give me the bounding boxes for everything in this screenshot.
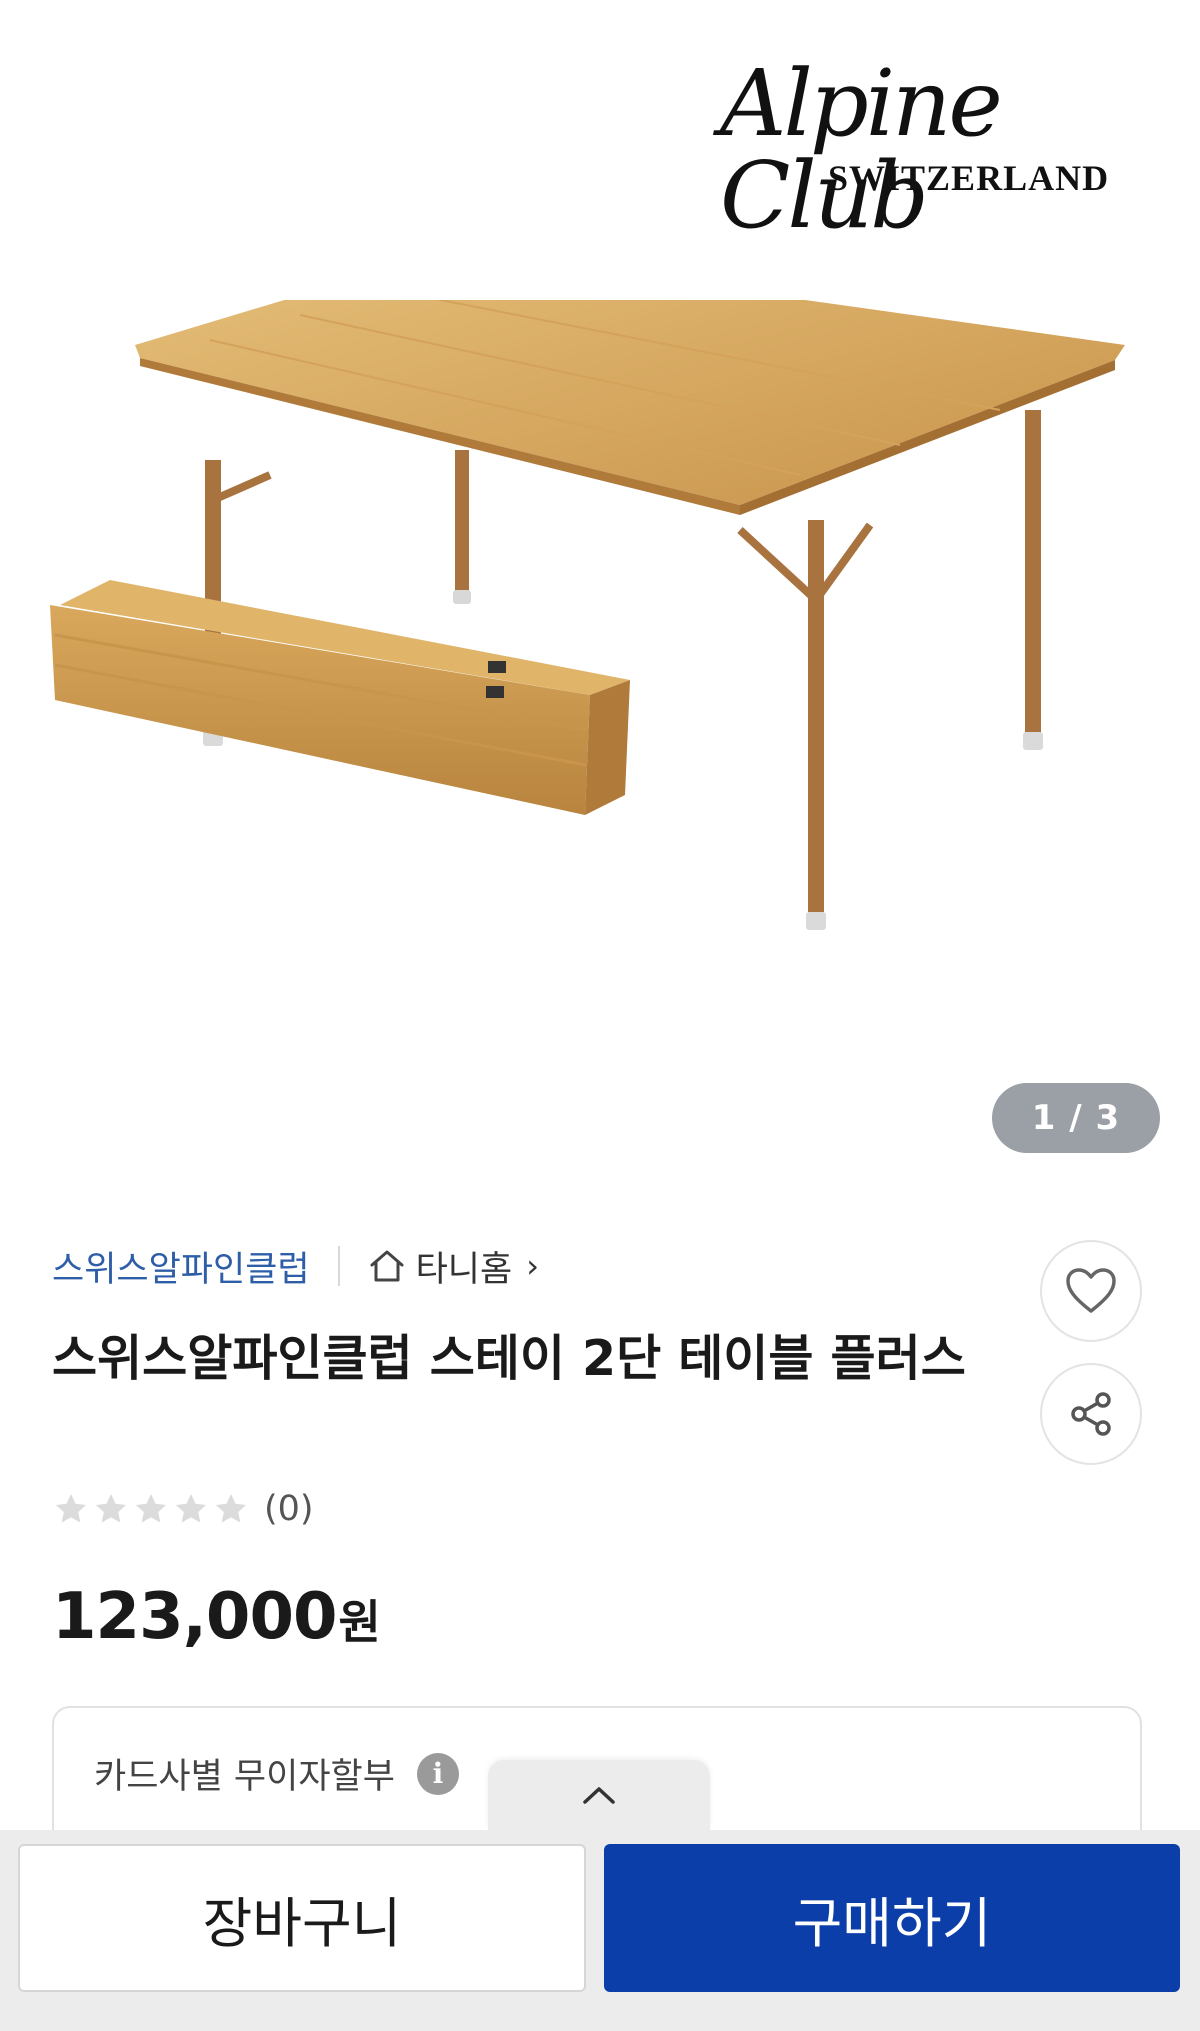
price-value: 123,000 [52, 1580, 337, 1654]
seller-home-link[interactable]: 타니홈 › [368, 1241, 539, 1292]
info-icon[interactable]: i [416, 1752, 459, 1795]
alpine-club-logo: Alpine Club SWITZERLAND [720, 58, 1140, 242]
product-image-gallery[interactable]: Alpine Club SWITZERLAND 1 / 3 [0, 0, 1200, 1170]
bottom-action-bar: 장바구니 구매하기 [0, 1830, 1200, 2031]
seller-brand-link[interactable]: 스위스알파인클럽 [52, 1241, 310, 1292]
heart-icon [1066, 1268, 1116, 1313]
logo-sub-text: SWITZERLAND [828, 158, 1110, 198]
rating-row[interactable]: (0) [52, 1486, 314, 1532]
rating-stars [52, 1491, 250, 1527]
star-icon [56, 1494, 86, 1523]
gallery-pager-badge: 1 / 3 [992, 1083, 1160, 1153]
product-photo-bamboo-table [50, 300, 1125, 930]
expand-panel-tab[interactable] [488, 1760, 710, 1830]
price-unit: 원 [338, 1595, 381, 1649]
star-icon [176, 1494, 206, 1523]
chevron-right-icon: › [526, 1247, 540, 1285]
installment-label: 카드사별 무이자할부 [94, 1757, 395, 1797]
review-count: (0) [264, 1489, 314, 1529]
buy-now-button[interactable]: 구매하기 [604, 1844, 1180, 1992]
star-icon [136, 1494, 166, 1523]
star-icon [96, 1494, 126, 1523]
divider [337, 1246, 340, 1286]
share-button[interactable] [1040, 1363, 1142, 1465]
star-icon [216, 1494, 246, 1523]
like-button[interactable] [1040, 1240, 1142, 1342]
seller-home-label: 타니홈 [415, 1249, 513, 1290]
add-to-cart-button[interactable]: 장바구니 [18, 1844, 586, 1992]
installment-row: 카드사별 무이자할부 i [94, 1748, 459, 1799]
chevron-up-icon [583, 1787, 615, 1804]
price: 123,000 원 [52, 1580, 381, 1654]
seller-row: 스위스알파인클럽 타니홈 › [52, 1238, 539, 1294]
logo-script-text: Alpine Club [720, 50, 1003, 249]
home-icon [370, 1250, 404, 1282]
product-title: 스위스알파인클럽 스테이 2단 테이블 플러스 [52, 1330, 966, 1387]
share-icon [1071, 1392, 1111, 1436]
